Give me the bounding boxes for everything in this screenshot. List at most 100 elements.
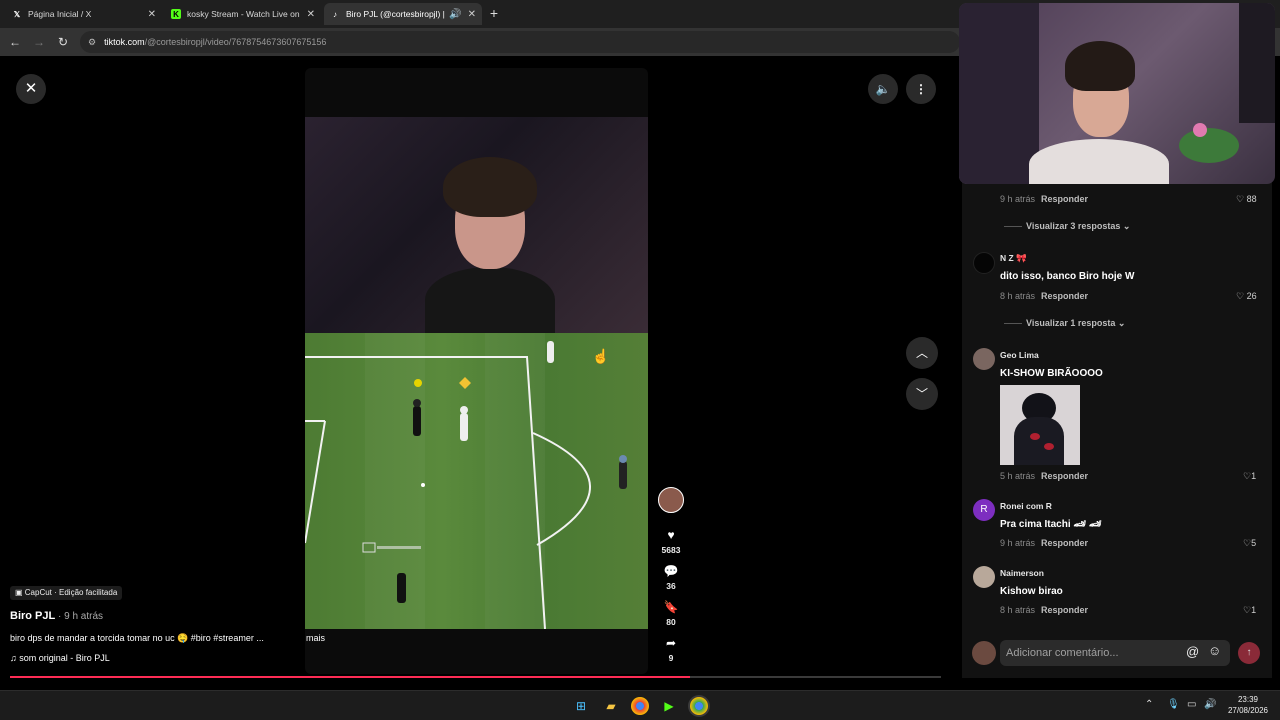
view-replies-button[interactable]: Visualizar 1 resposta ⌄: [1004, 318, 1125, 329]
forward-icon[interactable]: →: [31, 34, 47, 50]
view-replies-label: Visualizar 1 resposta: [1026, 318, 1116, 328]
tiktok-logo-icon: ♪: [333, 9, 337, 19]
share-icon[interactable]: ➦: [656, 636, 686, 650]
reply-button[interactable]: Responder: [1041, 194, 1088, 204]
back-icon[interactable]: ←: [7, 34, 23, 50]
bookmark-icon[interactable]: 🔖: [656, 600, 686, 614]
comment-avatar[interactable]: [973, 566, 995, 588]
send-comment-button[interactable]: ↑: [1238, 642, 1260, 664]
chrome-active-icon[interactable]: [690, 697, 708, 715]
chrome-icon[interactable]: [631, 697, 649, 715]
comment-avatar[interactable]: [973, 348, 995, 370]
reply-button[interactable]: Responder: [1041, 291, 1088, 301]
comment-like[interactable]: ♡1: [1243, 605, 1256, 616]
post-time: · 9 h atrás: [55, 611, 104, 622]
video-progress-bar[interactable]: [10, 676, 941, 678]
author-name[interactable]: Biro PJL: [10, 610, 55, 622]
football-pitch: [305, 333, 648, 629]
video-progress-fill: [10, 676, 690, 678]
volume-button[interactable]: 🔈: [868, 74, 898, 104]
speaker-icon: 🔈: [875, 82, 891, 96]
emoji-icon[interactable]: ☺: [1208, 643, 1221, 658]
user-avatar: [972, 641, 996, 665]
comment-like[interactable]: ♡5: [1243, 538, 1256, 549]
reply-button[interactable]: Responder: [1041, 538, 1088, 548]
flower-decoration: [1193, 123, 1207, 137]
more-link[interactable]: mais: [306, 633, 325, 643]
comment-like[interactable]: ♡ 88: [1236, 194, 1257, 205]
comment-like-count: 26: [1246, 291, 1257, 301]
heart-outline-icon: ♡: [1243, 538, 1252, 548]
close-tab-icon[interactable]: ✕: [148, 9, 156, 20]
url-path: /@cortesbiropjl/video/767875467360767515…: [144, 37, 327, 47]
mention-icon[interactable]: @: [1186, 644, 1199, 659]
comment-time: 9 h atrás: [1000, 538, 1036, 548]
comment-text: Kishow birao: [1000, 586, 1063, 597]
comment-author[interactable]: Naimerson: [1000, 568, 1044, 578]
system-clock[interactable]: 23:39 27/08/2026: [1222, 694, 1274, 716]
clock-date: 27/08/2026: [1227, 706, 1269, 715]
next-video-button[interactable]: ﹀: [906, 378, 938, 410]
tray-chevron-icon[interactable]: ⌃: [1145, 699, 1153, 710]
comment-icon[interactable]: 💬: [656, 564, 686, 578]
address-bar[interactable]: ⚙ tiktok.com/@cortesbiropjl/video/767875…: [80, 31, 960, 53]
heart-icon[interactable]: ♥: [656, 528, 686, 542]
comment-like[interactable]: ♡ 26: [1236, 291, 1257, 302]
previous-video-button[interactable]: ︿: [906, 337, 938, 369]
more-options-button[interactable]: ⋮: [906, 74, 936, 104]
microphone-icon[interactable]: 🎙: [1167, 699, 1180, 710]
capcut-icon: ▣: [15, 588, 25, 597]
comment-meta: 8 h atrás Responder: [1000, 291, 1088, 301]
video-author[interactable]: Biro PJL · 9 h atrás: [10, 610, 103, 622]
clock-time: 23:39: [1237, 695, 1259, 704]
webcam-overlay: [959, 3, 1275, 184]
new-tab-button[interactable]: +: [486, 5, 502, 21]
comment-like-count: 5: [1251, 538, 1257, 548]
windows-taskbar: ⊞ ▰ ▶ ⌃ 🎙 ▭ 🔊 23:39 27/08/2026: [0, 690, 1280, 720]
site-info-icon[interactable]: ⚙: [88, 37, 96, 48]
x-logo-icon: 𝕏: [13, 9, 21, 19]
comment-text: KI-SHOW BIRÃOOOO: [1000, 368, 1103, 379]
capcut-badge[interactable]: ▣ CapCut · Edição facilitada: [10, 586, 123, 600]
chevron-down-icon: ⌄: [1117, 318, 1126, 328]
video-description: biro dps de mandar a torcida tomar no uc…: [10, 633, 264, 643]
plant-decoration: [1179, 128, 1239, 163]
comment-like[interactable]: ♡1: [1243, 471, 1256, 482]
comment-text: dito isso, banco Biro hoje W: [1000, 271, 1135, 282]
heart-outline-icon: ♡: [1243, 471, 1252, 481]
tab-audio-icon[interactable]: 🔊: [449, 9, 461, 20]
close-tab-icon[interactable]: ✕: [468, 9, 476, 20]
tab-x[interactable]: 𝕏 Página Inicial / X ✕: [6, 3, 162, 25]
view-replies-button[interactable]: Visualizar 3 respostas ⌄: [1004, 221, 1130, 232]
arrow-up-icon: ↑: [1246, 647, 1252, 658]
heart-outline-icon: ♡: [1236, 291, 1247, 301]
creator-avatar[interactable]: [658, 487, 684, 513]
close-video-button[interactable]: ✕: [16, 74, 46, 104]
reply-button[interactable]: Responder: [1041, 605, 1088, 615]
media-player-icon[interactable]: ▶: [660, 697, 678, 715]
comment-like-count: 1: [1251, 471, 1257, 481]
sound-link[interactable]: ♫ som original - Biro PJL: [10, 653, 110, 663]
windows-start-icon[interactable]: ⊞: [572, 697, 590, 715]
tab-tiktok[interactable]: ♪ Biro PJL (@cortesbiropjl) | T 🔊 ✕: [324, 3, 482, 25]
view-replies-label: Visualizar 3 respostas: [1026, 221, 1121, 231]
comment-avatar[interactable]: [973, 252, 995, 274]
music-note-icon: ♫: [10, 653, 20, 663]
volume-tray-icon[interactable]: 🔊: [1204, 699, 1216, 710]
network-icon[interactable]: ▭: [1187, 699, 1196, 710]
comment-image-itachi[interactable]: [1000, 385, 1080, 465]
comment-author[interactable]: Ronei com R: [1000, 501, 1052, 511]
chevron-down-icon: ⌄: [1122, 221, 1131, 231]
comment-time: 8 h atrás: [1000, 605, 1036, 615]
tab-kick[interactable]: K kosky Stream - Watch Live on K ✕: [165, 3, 321, 25]
reload-icon[interactable]: ↻: [55, 34, 71, 50]
comment-avatar[interactable]: R: [973, 499, 995, 521]
file-explorer-icon[interactable]: ▰: [602, 697, 620, 715]
chevron-down-icon: ﹀: [915, 387, 928, 401]
url-host: tiktok.com: [104, 37, 145, 47]
comment-author[interactable]: Geo Lima: [1000, 350, 1039, 360]
close-tab-icon[interactable]: ✕: [307, 9, 315, 20]
comment-author[interactable]: N Z 🎀: [1000, 253, 1027, 264]
reply-button[interactable]: Responder: [1041, 471, 1088, 481]
comment-text: Pra cima Itachi 🏎 🏎: [1000, 519, 1102, 530]
